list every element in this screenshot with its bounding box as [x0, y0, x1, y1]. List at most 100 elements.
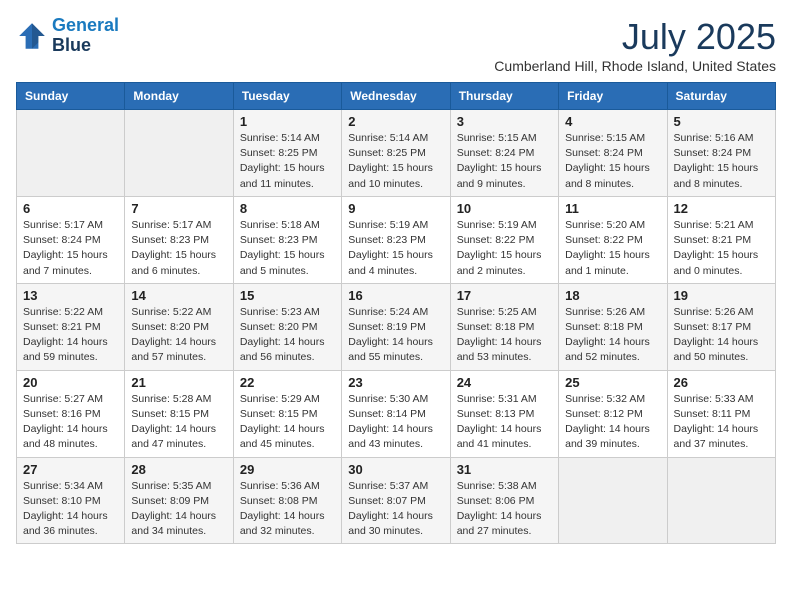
- location: Cumberland Hill, Rhode Island, United St…: [494, 58, 776, 74]
- calendar-day-cell: [125, 110, 233, 197]
- day-info: Sunrise: 5:26 AM Sunset: 8:18 PM Dayligh…: [565, 305, 660, 366]
- day-info: Sunrise: 5:30 AM Sunset: 8:14 PM Dayligh…: [348, 392, 443, 453]
- calendar-day-cell: 11 Sunrise: 5:20 AM Sunset: 8:22 PM Dayli…: [559, 196, 667, 283]
- day-number: 10: [457, 201, 552, 216]
- weekday-header: Tuesday: [233, 83, 341, 110]
- calendar-table: SundayMondayTuesdayWednesdayThursdayFrid…: [16, 82, 776, 544]
- day-info: Sunrise: 5:19 AM Sunset: 8:23 PM Dayligh…: [348, 218, 443, 279]
- day-number: 16: [348, 288, 443, 303]
- day-info: Sunrise: 5:27 AM Sunset: 8:16 PM Dayligh…: [23, 392, 118, 453]
- month-title: July 2025: [494, 16, 776, 58]
- logo-icon: [16, 20, 48, 52]
- calendar-day-cell: 8 Sunrise: 5:18 AM Sunset: 8:23 PM Daylig…: [233, 196, 341, 283]
- day-number: 28: [131, 462, 226, 477]
- calendar-week-row: 1 Sunrise: 5:14 AM Sunset: 8:25 PM Daylig…: [17, 110, 776, 197]
- calendar-week-row: 13 Sunrise: 5:22 AM Sunset: 8:21 PM Dayli…: [17, 283, 776, 370]
- day-info: Sunrise: 5:32 AM Sunset: 8:12 PM Dayligh…: [565, 392, 660, 453]
- day-info: Sunrise: 5:33 AM Sunset: 8:11 PM Dayligh…: [674, 392, 769, 453]
- calendar-day-cell: 18 Sunrise: 5:26 AM Sunset: 8:18 PM Dayli…: [559, 283, 667, 370]
- calendar-day-cell: 10 Sunrise: 5:19 AM Sunset: 8:22 PM Dayli…: [450, 196, 558, 283]
- calendar-day-cell: 2 Sunrise: 5:14 AM Sunset: 8:25 PM Daylig…: [342, 110, 450, 197]
- weekday-header: Wednesday: [342, 83, 450, 110]
- logo: General Blue: [16, 16, 119, 56]
- calendar-day-cell: 6Sunrise: 5:17 AM Sunset: 8:24 PM Daylig…: [17, 196, 125, 283]
- day-number: 9: [348, 201, 443, 216]
- day-info: Sunrise: 5:14 AM Sunset: 8:25 PM Dayligh…: [348, 131, 443, 192]
- day-number: 11: [565, 201, 660, 216]
- calendar-day-cell: 30Sunrise: 5:37 AM Sunset: 8:07 PM Dayli…: [342, 457, 450, 544]
- calendar-day-cell: 3Sunrise: 5:15 AM Sunset: 8:24 PM Daylig…: [450, 110, 558, 197]
- day-number: 2: [348, 114, 443, 129]
- calendar-day-cell: 31 Sunrise: 5:38 AM Sunset: 8:06 PM Dayli…: [450, 457, 558, 544]
- day-number: 19: [674, 288, 769, 303]
- day-number: 13: [23, 288, 118, 303]
- calendar-day-cell: 12Sunrise: 5:21 AM Sunset: 8:21 PM Dayli…: [667, 196, 775, 283]
- calendar-day-cell: 16 Sunrise: 5:24 AM Sunset: 8:19 PM Dayli…: [342, 283, 450, 370]
- day-number: 5: [674, 114, 769, 129]
- day-number: 25: [565, 375, 660, 390]
- calendar-day-cell: 25 Sunrise: 5:32 AM Sunset: 8:12 PM Dayli…: [559, 370, 667, 457]
- day-number: 23: [348, 375, 443, 390]
- calendar-day-cell: [17, 110, 125, 197]
- day-info: Sunrise: 5:25 AM Sunset: 8:18 PM Dayligh…: [457, 305, 552, 366]
- calendar-day-cell: 19 Sunrise: 5:26 AM Sunset: 8:17 PM Dayli…: [667, 283, 775, 370]
- day-info: Sunrise: 5:35 AM Sunset: 8:09 PM Dayligh…: [131, 479, 226, 540]
- day-number: 21: [131, 375, 226, 390]
- day-info: Sunrise: 5:38 AM Sunset: 8:06 PM Dayligh…: [457, 479, 552, 540]
- day-info: Sunrise: 5:14 AM Sunset: 8:25 PM Dayligh…: [240, 131, 335, 192]
- calendar-day-cell: [667, 457, 775, 544]
- logo-text: General Blue: [52, 16, 119, 56]
- weekday-header: Sunday: [17, 83, 125, 110]
- day-info: Sunrise: 5:22 AM Sunset: 8:21 PM Dayligh…: [23, 305, 118, 366]
- day-info: Sunrise: 5:16 AM Sunset: 8:24 PM Dayligh…: [674, 131, 769, 192]
- calendar-day-cell: 9 Sunrise: 5:19 AM Sunset: 8:23 PM Daylig…: [342, 196, 450, 283]
- calendar-week-row: 6Sunrise: 5:17 AM Sunset: 8:24 PM Daylig…: [17, 196, 776, 283]
- calendar-day-cell: 26 Sunrise: 5:33 AM Sunset: 8:11 PM Dayli…: [667, 370, 775, 457]
- day-number: 22: [240, 375, 335, 390]
- day-info: Sunrise: 5:23 AM Sunset: 8:20 PM Dayligh…: [240, 305, 335, 366]
- day-number: 1: [240, 114, 335, 129]
- calendar-day-cell: 5 Sunrise: 5:16 AM Sunset: 8:24 PM Daylig…: [667, 110, 775, 197]
- calendar-day-cell: 20 Sunrise: 5:27 AM Sunset: 8:16 PM Dayli…: [17, 370, 125, 457]
- calendar-day-cell: 28 Sunrise: 5:35 AM Sunset: 8:09 PM Dayli…: [125, 457, 233, 544]
- day-number: 17: [457, 288, 552, 303]
- day-info: Sunrise: 5:28 AM Sunset: 8:15 PM Dayligh…: [131, 392, 226, 453]
- calendar-day-cell: 1 Sunrise: 5:14 AM Sunset: 8:25 PM Daylig…: [233, 110, 341, 197]
- day-number: 26: [674, 375, 769, 390]
- title-block: July 2025 Cumberland Hill, Rhode Island,…: [494, 16, 776, 74]
- day-number: 3: [457, 114, 552, 129]
- calendar-week-row: 27Sunrise: 5:34 AM Sunset: 8:10 PM Dayli…: [17, 457, 776, 544]
- day-info: Sunrise: 5:19 AM Sunset: 8:22 PM Dayligh…: [457, 218, 552, 279]
- calendar-day-cell: 7Sunrise: 5:17 AM Sunset: 8:23 PM Daylig…: [125, 196, 233, 283]
- calendar-day-cell: 13 Sunrise: 5:22 AM Sunset: 8:21 PM Dayli…: [17, 283, 125, 370]
- calendar-day-cell: 23 Sunrise: 5:30 AM Sunset: 8:14 PM Dayli…: [342, 370, 450, 457]
- calendar-day-cell: 21 Sunrise: 5:28 AM Sunset: 8:15 PM Dayli…: [125, 370, 233, 457]
- day-number: 12: [674, 201, 769, 216]
- weekday-header: Monday: [125, 83, 233, 110]
- calendar-day-cell: 4Sunrise: 5:15 AM Sunset: 8:24 PM Daylig…: [559, 110, 667, 197]
- calendar-day-cell: [559, 457, 667, 544]
- calendar-header-row: SundayMondayTuesdayWednesdayThursdayFrid…: [17, 83, 776, 110]
- day-number: 4: [565, 114, 660, 129]
- day-info: Sunrise: 5:31 AM Sunset: 8:13 PM Dayligh…: [457, 392, 552, 453]
- day-number: 14: [131, 288, 226, 303]
- day-info: Sunrise: 5:18 AM Sunset: 8:23 PM Dayligh…: [240, 218, 335, 279]
- calendar-week-row: 20 Sunrise: 5:27 AM Sunset: 8:16 PM Dayli…: [17, 370, 776, 457]
- day-info: Sunrise: 5:24 AM Sunset: 8:19 PM Dayligh…: [348, 305, 443, 366]
- day-number: 29: [240, 462, 335, 477]
- day-info: Sunrise: 5:29 AM Sunset: 8:15 PM Dayligh…: [240, 392, 335, 453]
- weekday-header: Thursday: [450, 83, 558, 110]
- day-number: 18: [565, 288, 660, 303]
- day-number: 7: [131, 201, 226, 216]
- day-number: 15: [240, 288, 335, 303]
- day-number: 31: [457, 462, 552, 477]
- day-number: 20: [23, 375, 118, 390]
- calendar-day-cell: 24Sunrise: 5:31 AM Sunset: 8:13 PM Dayli…: [450, 370, 558, 457]
- day-info: Sunrise: 5:26 AM Sunset: 8:17 PM Dayligh…: [674, 305, 769, 366]
- day-info: Sunrise: 5:20 AM Sunset: 8:22 PM Dayligh…: [565, 218, 660, 279]
- calendar-day-cell: 17 Sunrise: 5:25 AM Sunset: 8:18 PM Dayli…: [450, 283, 558, 370]
- calendar-day-cell: 27Sunrise: 5:34 AM Sunset: 8:10 PM Dayli…: [17, 457, 125, 544]
- day-info: Sunrise: 5:37 AM Sunset: 8:07 PM Dayligh…: [348, 479, 443, 540]
- weekday-header: Friday: [559, 83, 667, 110]
- day-number: 8: [240, 201, 335, 216]
